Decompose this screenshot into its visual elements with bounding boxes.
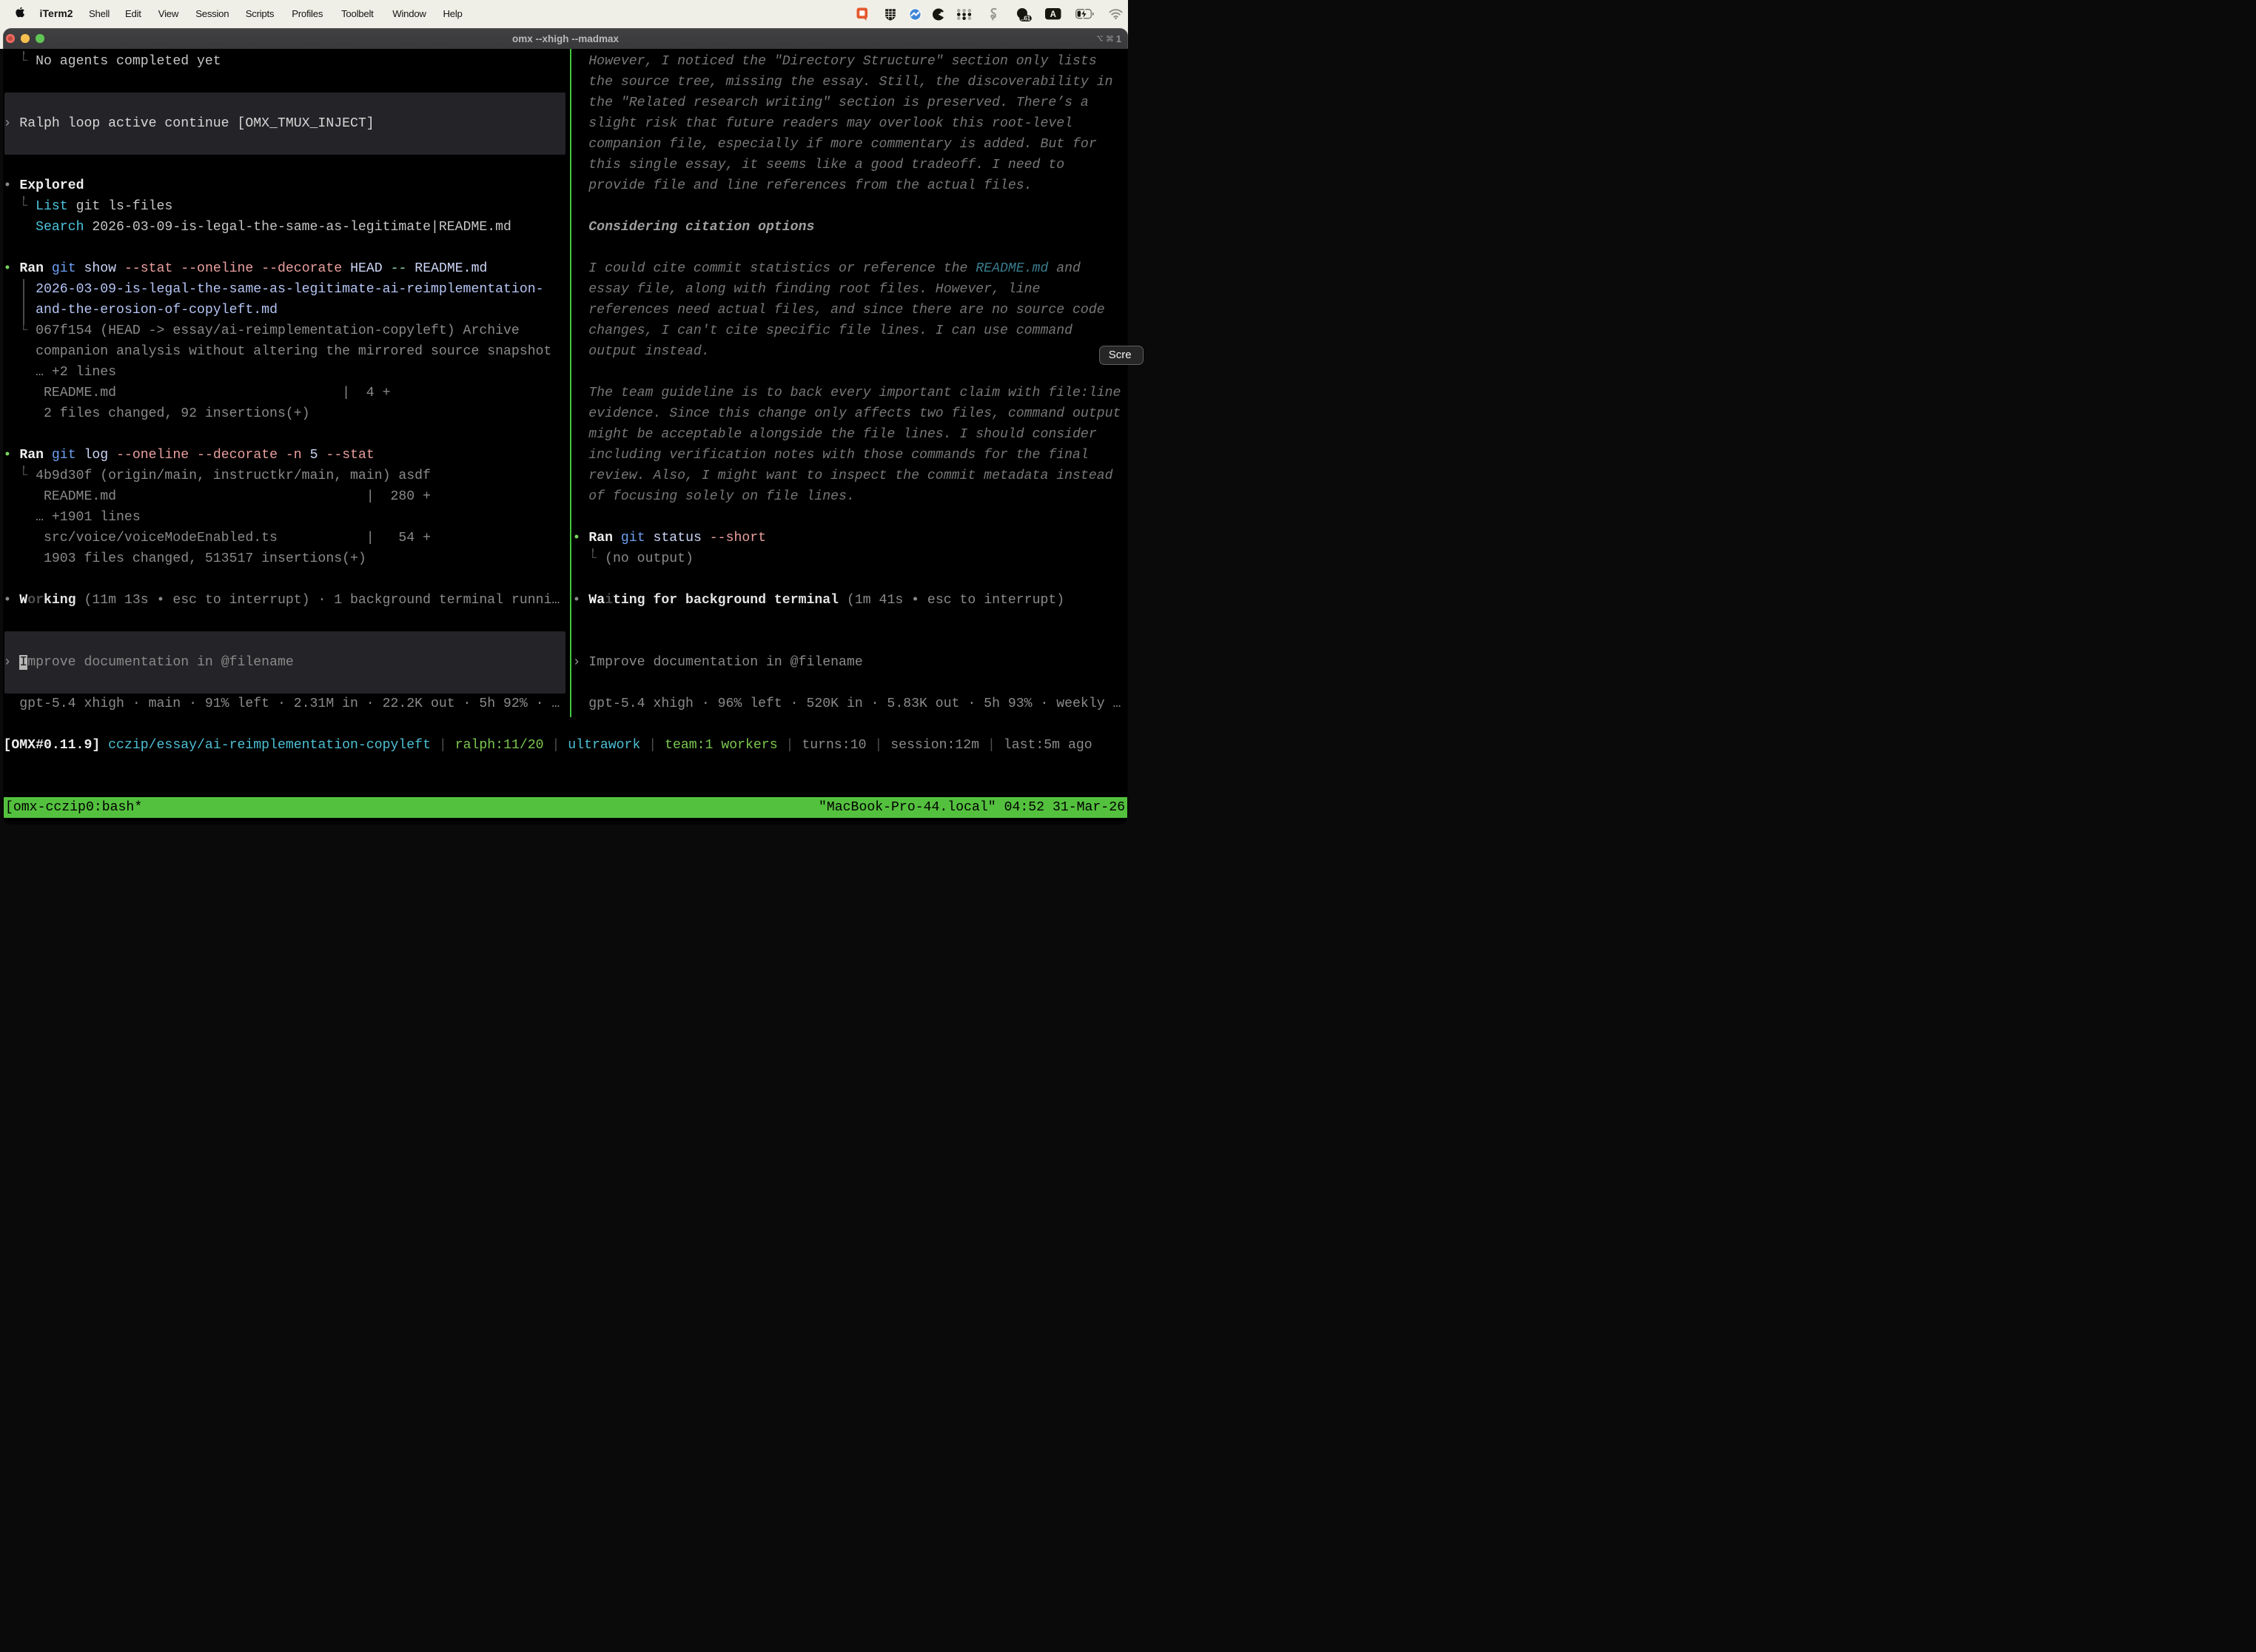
svg-text:..61: ..61 bbox=[1021, 14, 1031, 21]
svg-text:A: A bbox=[1050, 10, 1055, 19]
